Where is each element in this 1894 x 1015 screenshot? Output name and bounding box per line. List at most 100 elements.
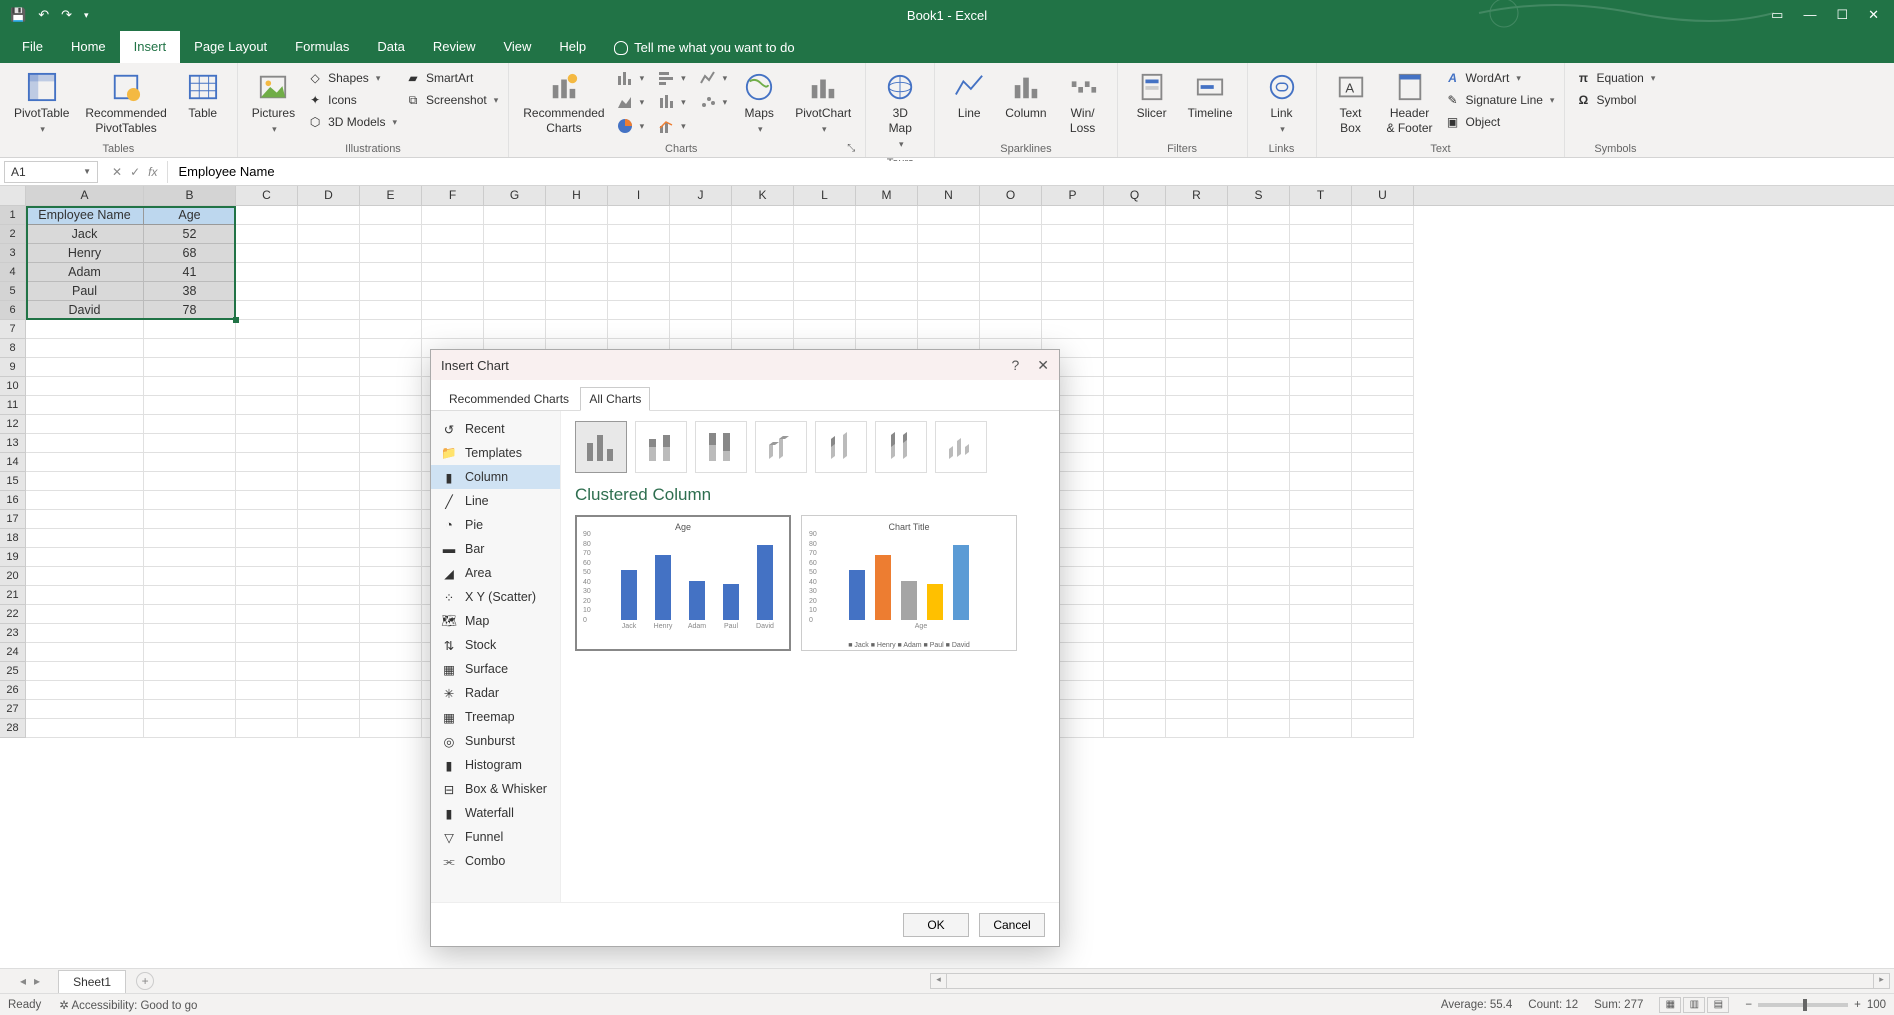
row-header-24[interactable]: 24: [0, 643, 26, 662]
cell-O3[interactable]: [980, 244, 1042, 263]
cell-T4[interactable]: [1290, 263, 1352, 282]
cell-B10[interactable]: [144, 377, 236, 396]
cell-D4[interactable]: [298, 263, 360, 282]
cell-D28[interactable]: [298, 719, 360, 738]
cell-D7[interactable]: [298, 320, 360, 339]
stat-chart-dropdown[interactable]: ▾: [656, 93, 688, 111]
line-chart-dropdown[interactable]: ▾: [698, 69, 730, 87]
cell-B12[interactable]: [144, 415, 236, 434]
row-header-18[interactable]: 18: [0, 529, 26, 548]
cell-T19[interactable]: [1290, 548, 1352, 567]
cell-E28[interactable]: [360, 719, 422, 738]
cell-G1[interactable]: [484, 206, 546, 225]
cell-L3[interactable]: [794, 244, 856, 263]
cell-D15[interactable]: [298, 472, 360, 491]
cell-S11[interactable]: [1228, 396, 1290, 415]
cell-B27[interactable]: [144, 700, 236, 719]
cell-R17[interactable]: [1166, 510, 1228, 529]
cell-A10[interactable]: [26, 377, 144, 396]
cell-U24[interactable]: [1352, 643, 1414, 662]
row-header-3[interactable]: 3: [0, 244, 26, 263]
cell-Q3[interactable]: [1104, 244, 1166, 263]
cell-S22[interactable]: [1228, 605, 1290, 624]
cell-K2[interactable]: [732, 225, 794, 244]
cell-U14[interactable]: [1352, 453, 1414, 472]
cell-J5[interactable]: [670, 282, 732, 301]
cell-T24[interactable]: [1290, 643, 1352, 662]
cell-Q20[interactable]: [1104, 567, 1166, 586]
row-header-2[interactable]: 2: [0, 225, 26, 244]
cell-S4[interactable]: [1228, 263, 1290, 282]
cell-E21[interactable]: [360, 586, 422, 605]
3d-map-button[interactable]: 3D Map▾: [874, 67, 926, 154]
cell-Q27[interactable]: [1104, 700, 1166, 719]
cell-B5[interactable]: 38: [144, 282, 236, 301]
zoom-in-icon[interactable]: +: [1854, 999, 1861, 1011]
cell-U7[interactable]: [1352, 320, 1414, 339]
cell-O7[interactable]: [980, 320, 1042, 339]
chart-preview-2[interactable]: Chart Title Age0102030405060708090 ■ Jac…: [801, 515, 1017, 651]
cell-A14[interactable]: [26, 453, 144, 472]
cell-Q15[interactable]: [1104, 472, 1166, 491]
cell-E19[interactable]: [360, 548, 422, 567]
tab-file[interactable]: File: [8, 31, 57, 63]
cell-S9[interactable]: [1228, 358, 1290, 377]
cell-Q1[interactable]: [1104, 206, 1166, 225]
row-header-12[interactable]: 12: [0, 415, 26, 434]
cell-F4[interactable]: [422, 263, 484, 282]
cell-R23[interactable]: [1166, 624, 1228, 643]
cell-K4[interactable]: [732, 263, 794, 282]
link-button[interactable]: Link▾: [1256, 67, 1308, 139]
scatter-chart-dropdown[interactable]: ▾: [698, 93, 730, 111]
minimize-icon[interactable]: —: [1803, 7, 1816, 23]
cell-H6[interactable]: [546, 301, 608, 320]
cell-T13[interactable]: [1290, 434, 1352, 453]
cell-B18[interactable]: [144, 529, 236, 548]
cell-A12[interactable]: [26, 415, 144, 434]
maximize-icon[interactable]: ☐: [1836, 7, 1848, 23]
cell-C13[interactable]: [236, 434, 298, 453]
cell-B15[interactable]: [144, 472, 236, 491]
cancel-formula-icon[interactable]: ✕: [112, 165, 122, 179]
cell-C28[interactable]: [236, 719, 298, 738]
cell-C9[interactable]: [236, 358, 298, 377]
cell-U17[interactable]: [1352, 510, 1414, 529]
cell-M6[interactable]: [856, 301, 918, 320]
row-header-26[interactable]: 26: [0, 681, 26, 700]
cell-R11[interactable]: [1166, 396, 1228, 415]
cell-E25[interactable]: [360, 662, 422, 681]
cell-I3[interactable]: [608, 244, 670, 263]
sheet-tab-1[interactable]: Sheet1: [58, 970, 126, 993]
cell-Q21[interactable]: [1104, 586, 1166, 605]
cell-E9[interactable]: [360, 358, 422, 377]
cell-Q7[interactable]: [1104, 320, 1166, 339]
column-header-O[interactable]: O: [980, 186, 1042, 205]
cell-J3[interactable]: [670, 244, 732, 263]
scroll-right-icon[interactable]: ▸: [1873, 974, 1889, 988]
cell-A9[interactable]: [26, 358, 144, 377]
cell-P1[interactable]: [1042, 206, 1104, 225]
cell-T6[interactable]: [1290, 301, 1352, 320]
subtype-stacked-column[interactable]: [635, 421, 687, 473]
cell-C26[interactable]: [236, 681, 298, 700]
cell-S8[interactable]: [1228, 339, 1290, 358]
cell-N5[interactable]: [918, 282, 980, 301]
cell-U6[interactable]: [1352, 301, 1414, 320]
cell-F3[interactable]: [422, 244, 484, 263]
cell-A5[interactable]: Paul: [26, 282, 144, 301]
chart-category-map[interactable]: 🗺Map: [431, 609, 560, 633]
cell-D18[interactable]: [298, 529, 360, 548]
cell-B3[interactable]: 68: [144, 244, 236, 263]
cell-C19[interactable]: [236, 548, 298, 567]
cell-R2[interactable]: [1166, 225, 1228, 244]
cell-D17[interactable]: [298, 510, 360, 529]
cell-D14[interactable]: [298, 453, 360, 472]
cell-P5[interactable]: [1042, 282, 1104, 301]
cell-R15[interactable]: [1166, 472, 1228, 491]
cell-D24[interactable]: [298, 643, 360, 662]
cell-U11[interactable]: [1352, 396, 1414, 415]
cell-R7[interactable]: [1166, 320, 1228, 339]
cell-G3[interactable]: [484, 244, 546, 263]
cell-E17[interactable]: [360, 510, 422, 529]
cell-Q19[interactable]: [1104, 548, 1166, 567]
